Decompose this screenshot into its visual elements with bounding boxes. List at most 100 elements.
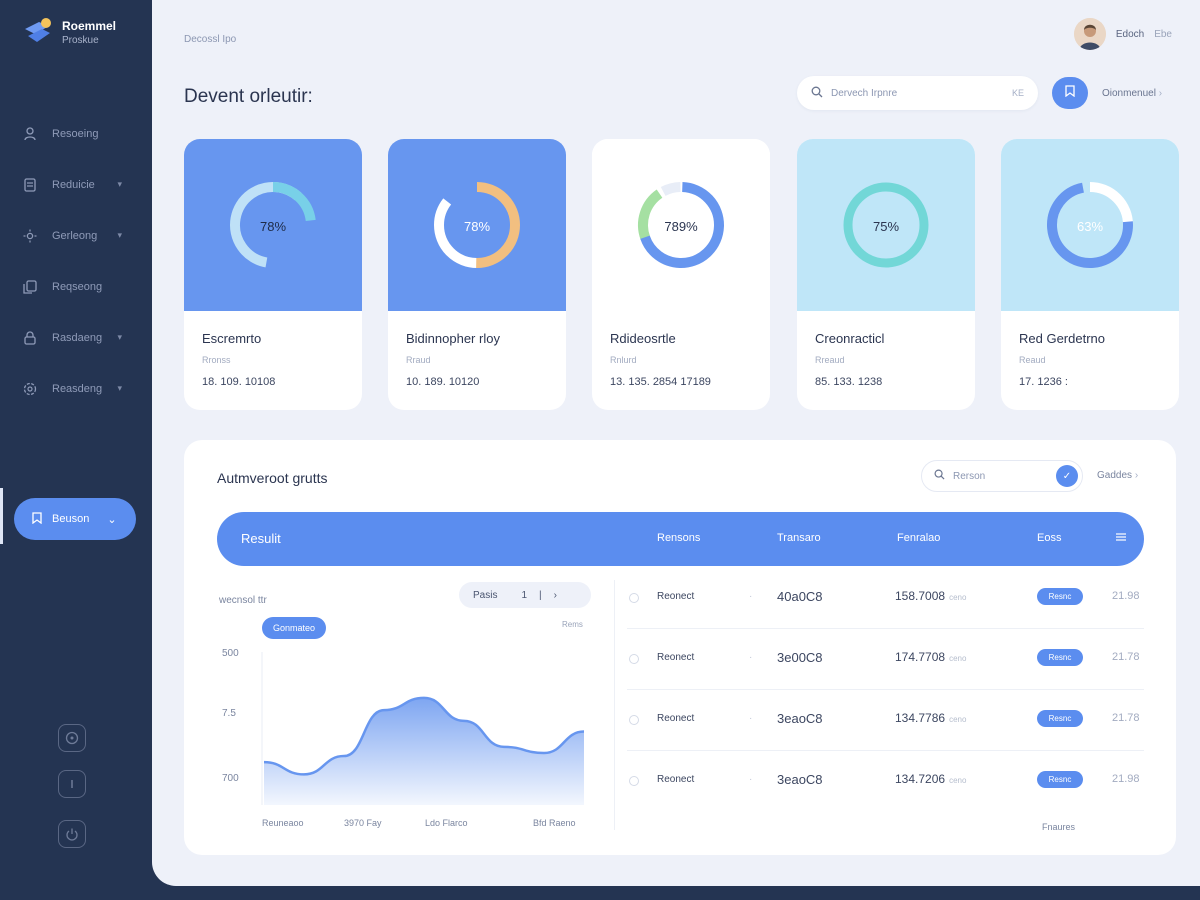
row-separator: · <box>749 591 753 602</box>
sidebar-item-label: Gerleong <box>52 229 98 242</box>
x-tick: 3970 Fay <box>344 818 382 828</box>
sun-icon <box>22 228 38 244</box>
column-header[interactable]: Rensons <box>657 532 700 544</box>
power-icon[interactable] <box>58 820 86 848</box>
status-badge[interactable]: Resnc <box>1037 710 1083 727</box>
status-badge[interactable]: Resnc <box>1037 588 1083 605</box>
divider <box>614 580 615 830</box>
row-radio[interactable] <box>629 715 639 725</box>
sidebar-item-3[interactable]: Reqseong <box>22 261 142 312</box>
search-input[interactable]: Dervech Irpnre KE <box>797 76 1038 110</box>
sidebar-item-label: Reduicie <box>52 178 95 191</box>
help-icon[interactable] <box>58 724 86 752</box>
card-visual: 63% <box>1001 139 1179 311</box>
menu-icon[interactable] <box>1115 532 1127 545</box>
card-title: Rdideosrtle <box>610 331 676 346</box>
table-row[interactable]: Reonect · 3eaoC8 134.7206 ceno Resnc 21.9… <box>627 751 1144 812</box>
logo-icon <box>22 16 54 48</box>
y-tick: 700 <box>222 773 239 784</box>
column-header[interactable]: Transaro <box>777 532 821 544</box>
user-menu[interactable]: Edoch Ebe <box>1073 18 1172 50</box>
chart-pager[interactable]: Pasis 1 | › <box>459 582 591 608</box>
row-time: 21.98 <box>1112 773 1140 785</box>
chevron-down-icon: ▾ <box>117 332 122 342</box>
row-amount: 40a0C8 <box>777 589 823 604</box>
row-name: Reonect <box>657 591 695 602</box>
column-header[interactable]: Resulit <box>241 531 281 546</box>
column-header[interactable]: Fenralao <box>897 532 940 544</box>
chart-small-label: Rems <box>562 620 583 629</box>
row-radio[interactable] <box>629 776 639 786</box>
y-tick: 7.5 <box>222 708 236 719</box>
file-icon <box>22 177 38 193</box>
row-time: 21.78 <box>1112 651 1140 663</box>
sidebar-item-0[interactable]: Resoeing <box>22 108 142 159</box>
pager-next-icon[interactable]: › <box>554 590 557 601</box>
sidebar-item-4[interactable]: Rasdaeng ▾ <box>22 312 142 363</box>
app-subtitle: Proskue <box>62 34 99 46</box>
sidebar-item-5[interactable]: Reasdeng ▾ <box>22 363 142 414</box>
card-visual: 75% <box>797 139 975 311</box>
column-header[interactable]: Eoss <box>1037 532 1061 544</box>
status-badge[interactable]: Resnc <box>1037 771 1083 788</box>
row-name: Reonect <box>657 774 695 785</box>
action-menu[interactable]: Oionmenuel › <box>1102 88 1162 99</box>
info-icon[interactable] <box>58 770 86 798</box>
stat-card-1[interactable]: 78% Bidinnopher rloy Rraud 10. 189. 1012… <box>388 139 566 410</box>
lock-icon <box>22 330 38 346</box>
panel-title: Autmveroot grutts <box>217 470 328 486</box>
row-value: 134.7206 ceno <box>895 772 967 786</box>
sidebar-item-2[interactable]: Gerleong ▾ <box>22 210 142 261</box>
status-badge[interactable]: Resnc <box>1037 649 1083 666</box>
stat-card-2[interactable]: 789% Rdideosrtle Rnlurd 13. 135. 2854 17… <box>592 139 770 410</box>
search-submit-button[interactable]: ✓ <box>1056 465 1078 487</box>
sidebar-item-1[interactable]: Reduicie ▾ <box>22 159 142 210</box>
table-row[interactable]: Reonect · 3eaoC8 134.7786 ceno Resnc 21.7… <box>627 690 1144 751</box>
sidebar-active-label: Beuson <box>52 513 90 525</box>
avatar[interactable] <box>1073 18 1106 50</box>
card-subtitle: Rronss <box>202 355 231 365</box>
card-subtitle: Rreaud <box>815 355 845 365</box>
settings-icon <box>22 381 38 397</box>
table-row[interactable]: Reonect · 40a0C8 158.7008 ceno Resnc 21.9… <box>627 568 1144 629</box>
chart-label: wecnsol ttr <box>219 595 267 606</box>
row-radio[interactable] <box>629 593 639 603</box>
row-radio[interactable] <box>629 654 639 664</box>
y-tick: 500 <box>222 648 239 659</box>
panel-link[interactable]: Gaddes › <box>1097 470 1138 481</box>
user-icon <box>22 126 38 142</box>
sidebar-active-button[interactable]: Beuson ⌄ <box>14 498 136 540</box>
active-indicator <box>0 488 3 544</box>
sidebar: Roemmel Proskue Resoeing Reduicie ▾ Gerl… <box>0 0 152 900</box>
area-chart <box>261 652 585 805</box>
row-separator: · <box>749 652 753 663</box>
card-visual: 789% <box>592 139 770 311</box>
row-amount: 3e00C8 <box>777 650 823 665</box>
chart-filter-chip[interactable]: Gonmateo <box>262 617 326 639</box>
x-tick: Reuneaoo <box>262 818 304 828</box>
card-subtitle: Reaud <box>1019 355 1046 365</box>
sidebar-item-label: Reasdeng <box>52 382 103 395</box>
stat-card-4[interactable]: 63% Red Gerdetrno Reaud 17. 1236 : <box>1001 139 1179 410</box>
x-tick: Ldo Flarco <box>425 818 468 828</box>
panel-search-input[interactable]: Rerson ✓ <box>921 460 1083 492</box>
user-name: Edoch <box>1115 28 1145 40</box>
stat-card-0[interactable]: 78% Escremrto Rronss 18. 109. 10108 <box>184 139 362 410</box>
card-percent: 789% <box>664 219 698 234</box>
table-header: Resulit Rensons Transaro Fenralao Eoss <box>217 512 1144 566</box>
stat-card-3[interactable]: 75% Creonracticl Rreaud 85. 133. 1238 <box>797 139 975 410</box>
table-row[interactable]: Reonect · 3e00C8 174.7708 ceno Resnc 21.7… <box>627 629 1144 690</box>
row-amount: 3eaoC8 <box>777 711 823 726</box>
card-title: Creonracticl <box>815 331 885 346</box>
chevron-down-icon: ⌄ <box>107 513 117 526</box>
app-logo[interactable]: Roemmel Proskue <box>22 16 116 48</box>
breadcrumb[interactable]: Decossl Ipo <box>184 34 236 45</box>
card-value: 10. 189. 10120 <box>406 376 480 388</box>
card-value: 85. 133. 1238 <box>815 376 883 388</box>
card-title: Red Gerdetrno <box>1019 331 1105 346</box>
bookmark-button[interactable] <box>1052 77 1088 109</box>
bookmark-icon <box>1065 84 1075 102</box>
card-subtitle: Rraud <box>406 355 431 365</box>
pager-page[interactable]: 1 <box>521 590 527 601</box>
row-value: 158.7008 ceno <box>895 589 967 603</box>
